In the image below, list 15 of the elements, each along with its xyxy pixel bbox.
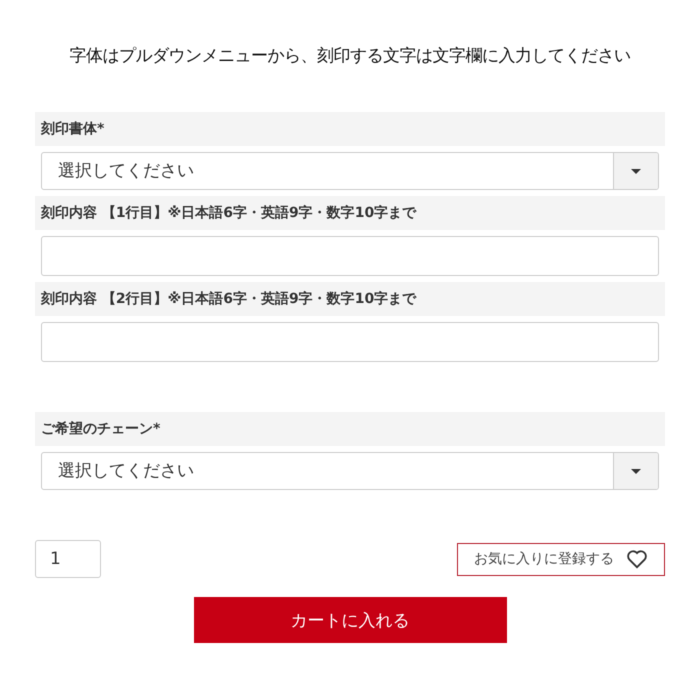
quantity-field[interactable]: 1 <box>35 540 101 578</box>
field-label: 刻印書体* <box>35 112 665 146</box>
input-field[interactable] <box>41 322 659 362</box>
caret-icon <box>631 468 641 474</box>
select-dropdown[interactable]: 選択してください <box>41 452 659 490</box>
field-label: 刻印内容 【2行目】※日本語6字・英語9字・数字10字まで <box>35 282 665 316</box>
input-field[interactable] <box>41 236 659 276</box>
heart-icon <box>626 549 648 569</box>
field-label: 刻印内容 【1行目】※日本語6字・英語9字・数字10字まで <box>35 196 665 230</box>
add-to-cart-button[interactable]: カートに入れる <box>194 597 506 643</box>
caret-icon <box>631 168 641 174</box>
field-label: ご希望のチェーン* <box>35 412 665 446</box>
favorite-button[interactable]: お気に入りに登録する <box>457 542 665 576</box>
instruction-text: 字体はプルダウンメニューから、刻印する文字は文字欄に入力してください <box>68 45 632 67</box>
select-dropdown[interactable]: 選択してください <box>41 152 659 190</box>
